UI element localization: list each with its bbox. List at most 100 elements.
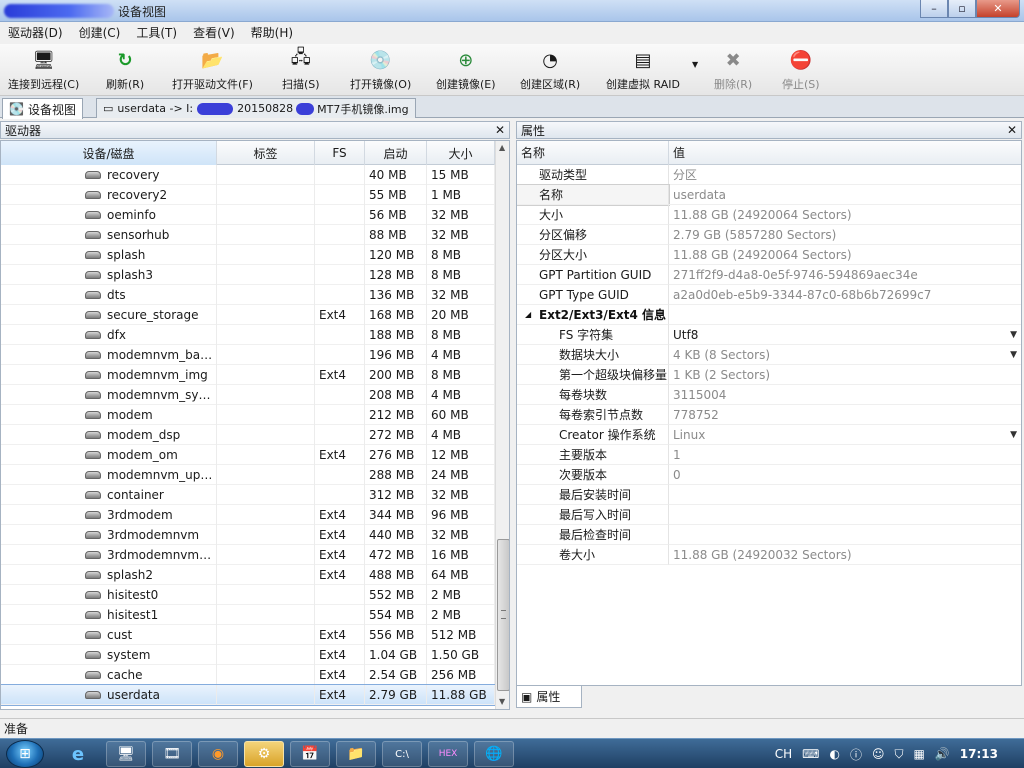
menu-help[interactable]: 帮助(H) xyxy=(243,24,301,41)
table-row[interactable]: system Ext4 1.04 GB 1.50 GB xyxy=(1,645,495,665)
language-indicator[interactable]: CH xyxy=(775,747,792,761)
table-row[interactable]: dfx 188 MB 8 MB xyxy=(1,325,495,345)
app-taskbar-1[interactable]: 🖥 xyxy=(106,741,146,767)
create-virtual-raid-button[interactable]: ▤ 创建虚拟 RAID xyxy=(606,48,680,94)
property-row[interactable]: 卷大小 11.88 GB (24920032 Sectors) xyxy=(517,545,1021,565)
app-taskbar-6[interactable]: 📁 xyxy=(336,741,376,767)
table-row[interactable]: oeminfo 56 MB 32 MB xyxy=(1,205,495,225)
table-row[interactable]: userdata Ext4 2.79 GB 11.88 GB xyxy=(1,684,496,706)
ie-taskbar-icon[interactable]: e xyxy=(58,741,98,767)
col-device[interactable]: 设备/磁盘 xyxy=(1,141,217,165)
table-row[interactable]: modem_dsp 272 MB 4 MB xyxy=(1,425,495,445)
table-row[interactable]: modemnvm_img Ext4 200 MB 8 MB xyxy=(1,365,495,385)
close-button[interactable]: ✕ xyxy=(976,0,1020,18)
close-icon[interactable]: ✕ xyxy=(495,123,505,137)
app-taskbar-8[interactable]: HEX xyxy=(428,741,468,767)
table-row[interactable]: splash3 128 MB 8 MB xyxy=(1,265,495,285)
delete-button[interactable]: ✖ 删除(R) xyxy=(714,48,752,94)
table-row[interactable]: hisitest0 552 MB 2 MB xyxy=(1,585,495,605)
refresh-button[interactable]: ↻ 刷新(R) xyxy=(106,48,144,94)
table-row[interactable]: modem 212 MB 60 MB xyxy=(1,405,495,425)
table-row[interactable]: splash2 Ext4 488 MB 64 MB xyxy=(1,565,495,585)
menu-drive[interactable]: 驱动器(D) xyxy=(0,24,71,41)
property-row[interactable]: 分区偏移 2.79 GB (5857280 Sectors) xyxy=(517,225,1021,245)
table-row[interactable]: splash 120 MB 8 MB xyxy=(1,245,495,265)
close-icon[interactable]: ✕ xyxy=(1007,123,1017,137)
tray-app-icon[interactable]: ◐ xyxy=(829,747,839,761)
property-row[interactable]: FS 字符集 Utf8 ▼ xyxy=(517,325,1021,345)
property-row[interactable]: 分区大小 11.88 GB (24920064 Sectors) xyxy=(517,245,1021,265)
menu-create[interactable]: 创建(C) xyxy=(71,24,129,41)
scroll-up-icon[interactable]: ▲ xyxy=(499,143,505,152)
table-row[interactable]: 3rdmodem Ext4 344 MB 96 MB xyxy=(1,505,495,525)
help-icon[interactable]: ⓘ xyxy=(850,746,862,763)
minimize-button[interactable]: – xyxy=(920,0,948,18)
property-value[interactable]: Utf8 ▼ xyxy=(669,325,1021,345)
chevron-down-icon[interactable]: ▼ xyxy=(1010,345,1017,364)
open-image-button[interactable]: 💿 打开镜像(O) xyxy=(350,48,411,94)
volume-icon[interactable]: 🔊 xyxy=(935,747,950,761)
table-row[interactable]: 3rdmodemnvm Ext4 440 MB 32 MB xyxy=(1,525,495,545)
create-region-button[interactable]: ◔ 创建区域(R) xyxy=(520,48,580,94)
shield-icon[interactable]: ⛉ xyxy=(894,747,903,762)
property-row[interactable]: Creator 操作系统 Linux ▼ xyxy=(517,425,1021,445)
chevron-down-icon[interactable]: ▼ xyxy=(1010,325,1017,344)
property-row[interactable]: 主要版本 1 xyxy=(517,445,1021,465)
clock[interactable]: 17:13 xyxy=(960,747,998,761)
menu-view[interactable]: 查看(V) xyxy=(185,24,243,41)
table-row[interactable]: 3rdmodemnvmb... Ext4 472 MB 16 MB xyxy=(1,545,495,565)
start-button[interactable]: ⊞ xyxy=(6,740,44,768)
app-taskbar-5[interactable]: 📅 xyxy=(290,741,330,767)
scan-button[interactable]: 🖧 扫描(S) xyxy=(282,47,320,94)
property-row[interactable]: 最后检查时间 xyxy=(517,525,1021,545)
property-row[interactable]: 大小 11.88 GB (24920064 Sectors) xyxy=(517,205,1021,225)
tab-device-view[interactable]: 💽 设备视图 xyxy=(2,98,83,119)
property-row[interactable]: 第一个超级块偏移量 1 KB (2 Sectors) xyxy=(517,365,1021,385)
table-row[interactable]: modem_om Ext4 276 MB 12 MB xyxy=(1,445,495,465)
collapse-triangle-icon[interactable]: ◢ xyxy=(525,305,531,324)
property-group[interactable]: ◢ Ext2/Ext3/Ext4 信息 xyxy=(517,305,1021,325)
drives-scrollbar[interactable]: ▲ ▼ xyxy=(495,141,509,709)
table-row[interactable]: modemnvm_bac... 196 MB 4 MB xyxy=(1,345,495,365)
property-row[interactable]: 最后写入时间 xyxy=(517,505,1021,525)
maximize-button[interactable]: ▫ xyxy=(948,0,976,18)
col-label[interactable]: 标签 xyxy=(217,141,315,165)
connect-remote-button[interactable]: 🖥 连接到远程(C) xyxy=(8,48,79,94)
network-icon[interactable]: ▦ xyxy=(914,747,925,761)
property-row[interactable]: GPT Partition GUID 271ff2f9-d4a8-0e5f-974… xyxy=(517,265,1021,285)
scrollbar-thumb[interactable] xyxy=(497,539,509,691)
table-row[interactable]: hisitest1 554 MB 2 MB xyxy=(1,605,495,625)
table-row[interactable]: recovery 40 MB 15 MB xyxy=(1,165,495,185)
property-value[interactable]: 4 KB (8 Sectors) ▼ xyxy=(669,345,1021,365)
property-row[interactable]: 名称 userdata xyxy=(517,184,1021,206)
col-start[interactable]: 启动 xyxy=(365,141,427,165)
table-row[interactable]: cust Ext4 556 MB 512 MB xyxy=(1,625,495,645)
app-taskbar-3[interactable]: ◉ xyxy=(198,741,238,767)
table-row[interactable]: modemnvm_syst... 208 MB 4 MB xyxy=(1,385,495,405)
col-size[interactable]: 大小 xyxy=(427,141,495,165)
qq-icon[interactable]: ☺ xyxy=(872,747,885,761)
menu-tools[interactable]: 工具(T) xyxy=(128,24,185,41)
property-value[interactable]: Linux ▼ xyxy=(669,425,1021,445)
table-row[interactable]: secure_storage Ext4 168 MB 20 MB xyxy=(1,305,495,325)
property-row[interactable]: 驱动类型 分区 xyxy=(517,165,1021,185)
table-row[interactable]: container 312 MB 32 MB xyxy=(1,485,495,505)
app-taskbar-9[interactable]: 🌐 xyxy=(474,741,514,767)
app-taskbar-2[interactable]: 🎞 xyxy=(152,741,192,767)
property-row[interactable]: 数据块大小 4 KB (8 Sectors) ▼ xyxy=(517,345,1021,365)
raid-dropdown-button[interactable]: ▼ xyxy=(692,60,698,74)
col-fs[interactable]: FS xyxy=(315,141,365,165)
stop-button[interactable]: ⛔ 停止(S) xyxy=(782,48,820,94)
scroll-down-icon[interactable]: ▼ xyxy=(499,697,505,706)
app-taskbar-7[interactable]: C:\ xyxy=(382,741,422,767)
keyboard-icon[interactable]: ⌨ xyxy=(802,747,819,761)
table-row[interactable]: modemnvm_upd... 288 MB 24 MB xyxy=(1,465,495,485)
property-row[interactable]: 每卷索引节点数 778752 xyxy=(517,405,1021,425)
property-row[interactable]: 次要版本 0 xyxy=(517,465,1021,485)
table-row[interactable]: dts 136 MB 32 MB xyxy=(1,285,495,305)
property-row[interactable]: GPT Type GUID a2a0d0eb-e5b9-3344-87c0-68b… xyxy=(517,285,1021,305)
tab-image-file[interactable]: ▭ userdata -> I: 20150828 MT7手机镜像.img xyxy=(96,98,416,118)
chevron-down-icon[interactable]: ▼ xyxy=(1010,425,1017,444)
table-row[interactable]: sensorhub 88 MB 32 MB xyxy=(1,225,495,245)
app-taskbar-active[interactable]: ⚙ xyxy=(244,741,284,767)
